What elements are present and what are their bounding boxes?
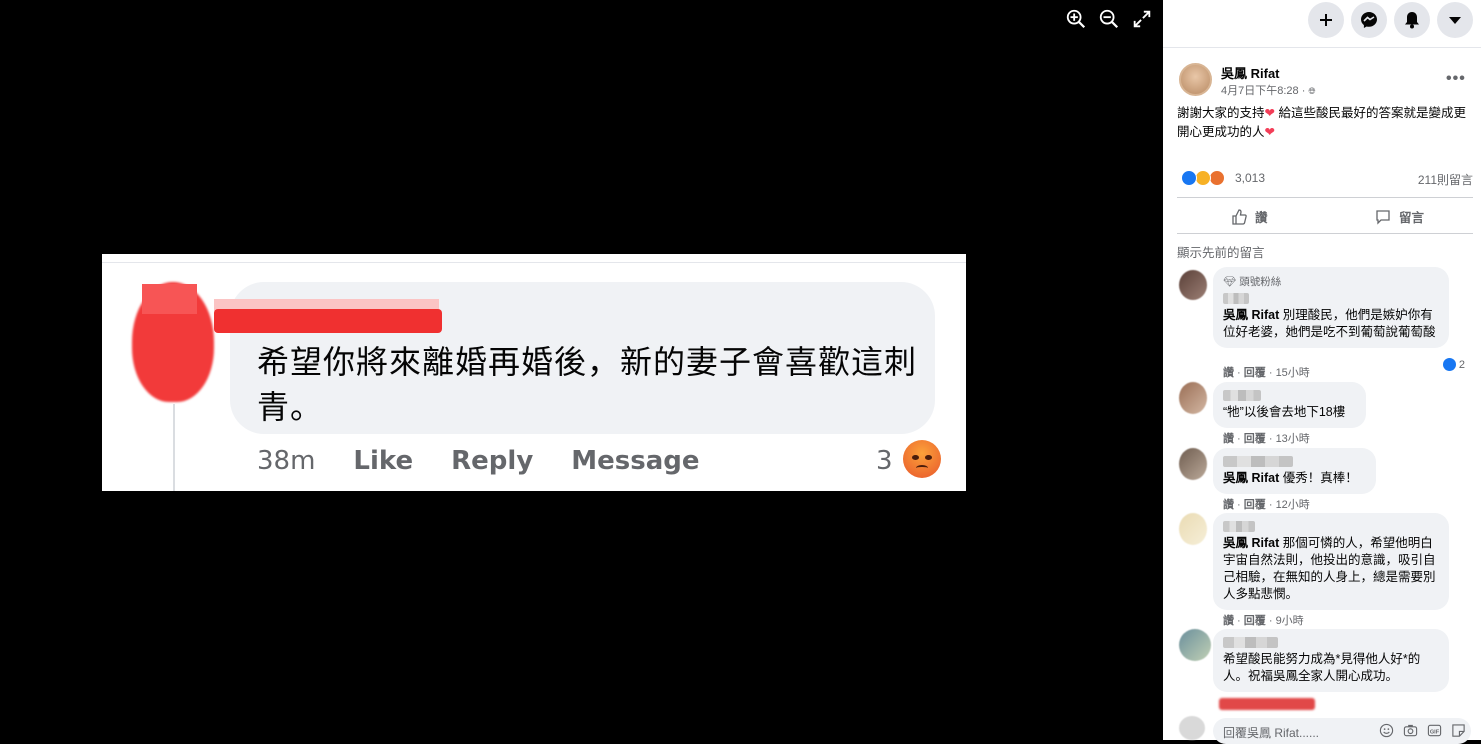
notifications-button[interactable] [1394,2,1430,38]
like-reaction-icon [1442,358,1456,371]
create-button[interactable] [1308,2,1344,38]
post-action-bar: 讚 留言 [1177,197,1473,234]
commenter-avatar[interactable] [1179,629,1211,661]
comment-icon [1376,209,1390,225]
redacted-name [1223,456,1293,467]
screenshot-image: 希望你將來離婚再婚後，新的妻子會喜歡這刺青。 38m Like Reply Me… [102,254,966,491]
mention-link[interactable]: 吳鳳 Rifat [1223,536,1279,550]
post-author[interactable]: 吳鳳 Rifat [1221,63,1280,82]
reply-input[interactable]: 回覆吳鳳 Rifat...... GIF [1213,718,1471,744]
reaction-count: 3,013 [1235,171,1266,185]
care-reaction-icon [1195,170,1211,186]
mention-link[interactable]: 吳鳳 Rifat [1223,471,1279,485]
comment-reply-link[interactable]: 回覆 [1244,433,1266,445]
top-bar [1163,0,1481,48]
comment-like-count[interactable]: 2 [1438,357,1469,372]
author-avatar[interactable] [1179,63,1212,96]
comment-meta: 讚 · 回覆 · 12小時 [1223,499,1310,511]
reaction-count: 3 [876,446,893,476]
mention-link[interactable]: 吳鳳 Rifat [1223,308,1279,322]
caret-down-icon [1449,17,1461,24]
comment-time: 38m [257,446,316,476]
comment-actions: 38m Like Reply Message [257,446,700,476]
comment-meta: 讚 · 回覆 · 9小時 [1223,615,1304,627]
redacted-name [1223,521,1255,532]
messenger-button[interactable] [1351,2,1387,38]
redacted-name [214,309,442,333]
account-menu-button[interactable] [1437,2,1473,38]
comment-reply-link[interactable]: 回覆 [1244,499,1266,511]
globe-icon: 🌐︎ [1308,86,1316,96]
redacted-name [1223,637,1278,648]
sticker-icon[interactable] [1451,723,1466,738]
comment-like-link[interactable]: 讚 [1223,433,1234,445]
comment-like-link[interactable]: 讚 [1223,367,1234,379]
zoom-in-icon[interactable] [1065,8,1087,30]
heart-emoji: ❤ [1264,106,1275,120]
comment-bubble: 吳鳳 Rifat 那個可憐的人，希望他明白宇宙自然法則，他投出的意識，吸引自己相… [1213,513,1449,610]
more-options-icon[interactable]: ••• [1446,70,1466,88]
message-link: Message [571,446,700,476]
comment-button[interactable]: 留言 [1375,207,1424,226]
comment-meta: 讚 · 回覆 · 15小時 [1223,367,1310,379]
comment-bubble: 吳鳳 Rifat 優秀！真棒！ [1213,448,1376,494]
plus-icon [1320,14,1332,26]
commenter-avatar[interactable] [1179,448,1207,480]
reaction-summary[interactable]: 3,013 211則留言 [1177,168,1473,188]
like-button[interactable]: 讚 [1231,207,1268,226]
comment-bubble: 💎︎ 頭號粉絲 吳鳳 Rifat 別理酸民，他們是嫉妒你有位好老婆，她們是吃不到… [1213,267,1449,348]
zoom-out-icon[interactable] [1098,8,1120,30]
gif-icon[interactable]: GIF [1427,723,1442,738]
photo-viewer: 希望你將來離婚再婚後，新的妻子會喜歡這刺青。 38m Like Reply Me… [0,0,1163,740]
comment-like-link[interactable]: 讚 [1223,499,1234,511]
comment-like-link[interactable]: 讚 [1223,615,1234,627]
fullscreen-icon[interactable] [1131,8,1153,30]
thumbs-up-icon [1232,208,1247,225]
svg-text:GIF: GIF [1430,729,1440,735]
heart-emoji: ❤ [1264,125,1275,139]
show-previous-comments[interactable]: 顯示先前的留言 [1177,242,1265,261]
redacted-name [1223,293,1249,304]
comment-reply-link[interactable]: 回覆 [1244,367,1266,379]
reply-link: Reply [451,446,534,476]
messenger-icon [1361,12,1377,28]
commenter-avatar[interactable] [1179,513,1207,545]
post-timestamp[interactable]: 4月7日下午8:28 · 🌐︎ [1221,82,1316,98]
post-text: 謝謝大家的支持❤ 給這些酸民最好的答案就是變成更開心更成功的人❤ [1177,106,1466,139]
comment-reply-link[interactable]: 回覆 [1244,615,1266,627]
emoji-icon[interactable] [1379,723,1394,738]
top-fan-badge: 💎︎ 頭號粉絲 [1223,276,1282,288]
comment-text: 希望你將來離婚再婚後，新的妻子會喜歡這刺青。 [257,343,918,426]
angry-reaction-icon [1209,170,1225,186]
my-avatar [1179,716,1205,740]
angry-reaction-icon [903,440,941,478]
redacted-content [1219,698,1315,710]
comment-meta: 讚 · 回覆 · 13小時 [1223,433,1310,445]
like-reaction-icon [1181,170,1197,186]
comment-count[interactable]: 211則留言 [1418,171,1473,188]
comment-bubble: 希望酸民能努力成為*見得他人好*的人。祝福吳鳳全家人開心成功。 [1213,629,1449,692]
redacted-name [1223,390,1261,401]
commenter-avatar[interactable] [1179,382,1207,414]
comment-bubble: “牠”以後會去地下18樓 [1213,382,1366,428]
bell-icon [1405,12,1419,29]
commenter-avatar[interactable] [1179,270,1207,300]
camera-icon[interactable] [1403,723,1418,738]
like-link: Like [353,446,414,476]
post-panel: 吳鳳 Rifat 4月7日下午8:28 · 🌐︎ ••• 謝謝大家的支持❤ 給這… [1163,0,1481,744]
